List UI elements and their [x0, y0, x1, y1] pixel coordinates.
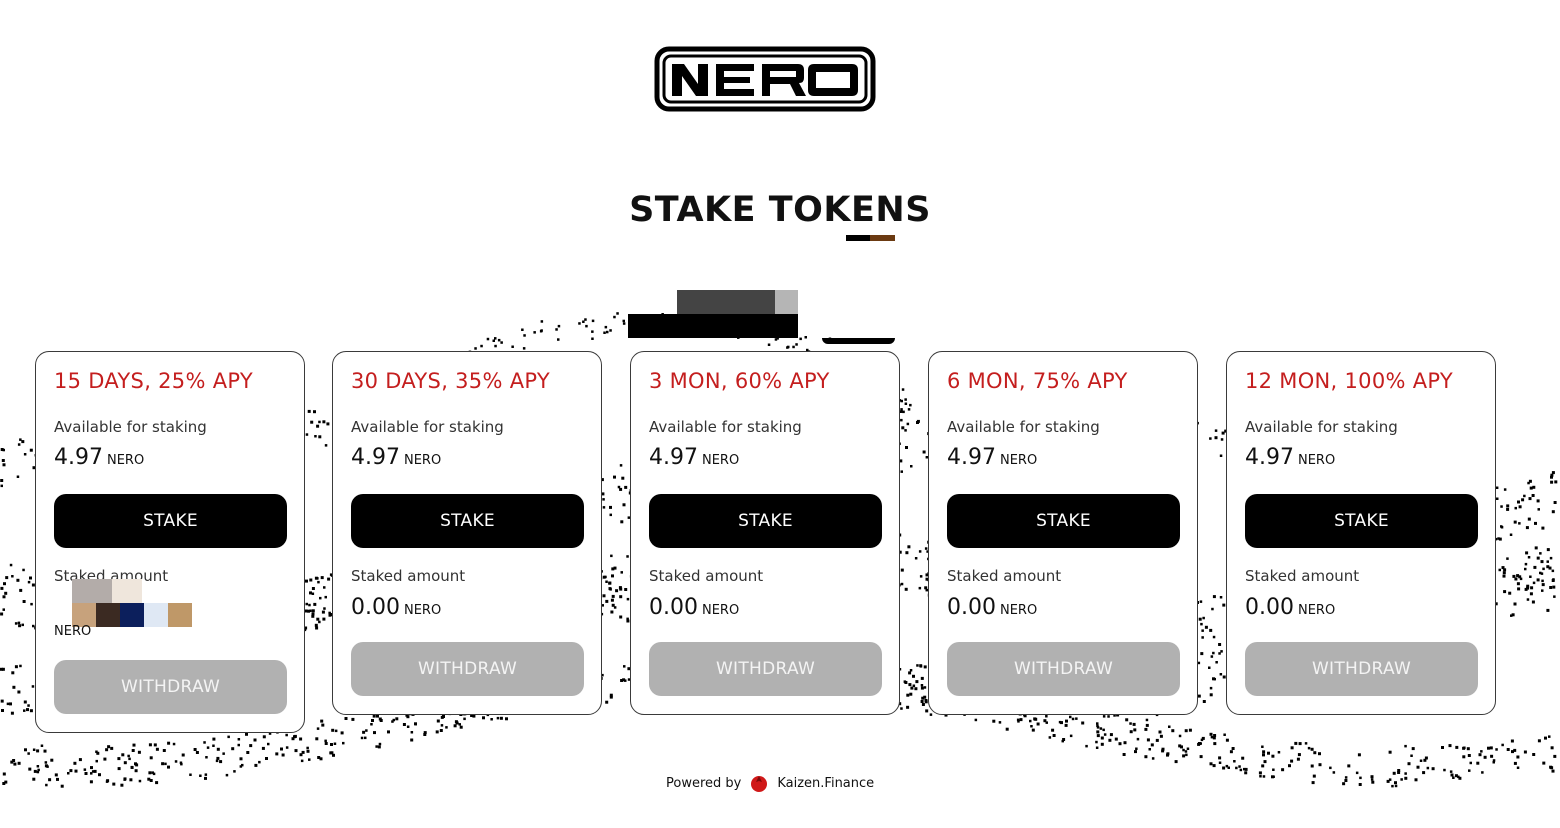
render-artifact — [822, 338, 895, 344]
card-heading: 3 MON, 60% APY — [649, 369, 830, 393]
stake-button[interactable]: STAKE — [649, 494, 882, 548]
available-label: Available for staking — [351, 418, 504, 436]
render-artifact — [775, 290, 798, 314]
available-label: Available for staking — [1245, 418, 1398, 436]
stake-card-12-months: 12 MON, 100% APY Available for staking 4… — [1226, 351, 1496, 715]
staked-value: 0.00 — [351, 595, 400, 620]
available-unit: NERO — [403, 453, 442, 468]
stake-card-15-days: 15 DAYS, 25% APY Available for staking 4… — [35, 351, 305, 733]
available-label: Available for staking — [649, 418, 802, 436]
staked-amount: 0.00 NERO — [1245, 595, 1335, 620]
available-amount: 4.97 NERO — [351, 445, 441, 470]
card-heading: 12 MON, 100% APY — [1245, 369, 1454, 393]
staked-label: Staked amount — [1245, 567, 1360, 585]
available-value: 4.97 — [54, 445, 103, 470]
withdraw-button[interactable]: WITHDRAW — [54, 660, 287, 714]
available-amount: 4.97 NERO — [54, 445, 144, 470]
available-value: 4.97 — [947, 445, 996, 470]
staked-label: Staked amount — [947, 567, 1062, 585]
nero-logo — [654, 46, 876, 112]
staked-unit: NERO — [701, 603, 740, 618]
card-heading: 15 DAYS, 25% APY — [54, 369, 253, 393]
staked-unit: NERO — [54, 624, 92, 639]
kaizen-logo-icon — [751, 776, 768, 792]
available-value: 4.97 — [649, 445, 698, 470]
staked-label: Staked amount — [351, 567, 466, 585]
stake-button[interactable]: STAKE — [54, 494, 287, 548]
withdraw-button[interactable]: WITHDRAW — [1245, 642, 1478, 696]
stake-button[interactable]: STAKE — [351, 494, 584, 548]
available-value: 4.97 — [1245, 445, 1294, 470]
withdraw-button[interactable]: WITHDRAW — [947, 642, 1180, 696]
available-amount: 4.97 NERO — [1245, 445, 1335, 470]
available-label: Available for staking — [54, 418, 207, 436]
available-unit: NERO — [1297, 453, 1336, 468]
staking-page: STAKE TOKENS 15 DAYS, 25% APY Available … — [0, 0, 1560, 828]
available-unit: NERO — [701, 453, 740, 468]
available-label: Available for staking — [947, 418, 1100, 436]
stake-card-3-months: 3 MON, 60% APY Available for staking 4.9… — [630, 351, 900, 715]
staked-amount: 0.00 NERO — [649, 595, 739, 620]
powered-by-label: Powered by — [666, 775, 742, 791]
stake-button[interactable]: STAKE — [1245, 494, 1478, 548]
staked-value: 0.00 — [947, 595, 996, 620]
available-amount: 4.97 NERO — [649, 445, 739, 470]
staked-value: 0.00 — [649, 595, 698, 620]
staked-unit: NERO — [999, 603, 1038, 618]
stake-card-30-days: 30 DAYS, 35% APY Available for staking 4… — [332, 351, 602, 715]
staked-unit: NERO — [403, 603, 442, 618]
render-artifact — [628, 314, 798, 338]
kaizen-finance-link[interactable]: Kaizen.Finance — [777, 776, 874, 791]
staked-amount: 0.00 NERO — [351, 595, 441, 620]
card-heading: 6 MON, 75% APY — [947, 369, 1128, 393]
available-unit: NERO — [106, 453, 145, 468]
stake-button[interactable]: STAKE — [947, 494, 1180, 548]
available-unit: NERO — [999, 453, 1038, 468]
available-amount: 4.97 NERO — [947, 445, 1037, 470]
stake-card-6-months: 6 MON, 75% APY Available for staking 4.9… — [928, 351, 1198, 715]
withdraw-button[interactable]: WITHDRAW — [351, 642, 584, 696]
render-artifact — [677, 290, 775, 314]
card-heading: 30 DAYS, 35% APY — [351, 369, 550, 393]
staked-label: Staked amount — [649, 567, 764, 585]
staked-value: 0.00 — [1245, 595, 1294, 620]
staked-unit: NERO — [1297, 603, 1336, 618]
withdraw-button[interactable]: WITHDRAW — [649, 642, 882, 696]
page-title: STAKE TOKENS — [629, 190, 931, 230]
available-value: 4.97 — [351, 445, 400, 470]
powered-by-footer: Powered by Kaizen.Finance — [666, 773, 874, 793]
staked-amount: 0.00 NERO — [947, 595, 1037, 620]
title-underline — [846, 235, 895, 241]
